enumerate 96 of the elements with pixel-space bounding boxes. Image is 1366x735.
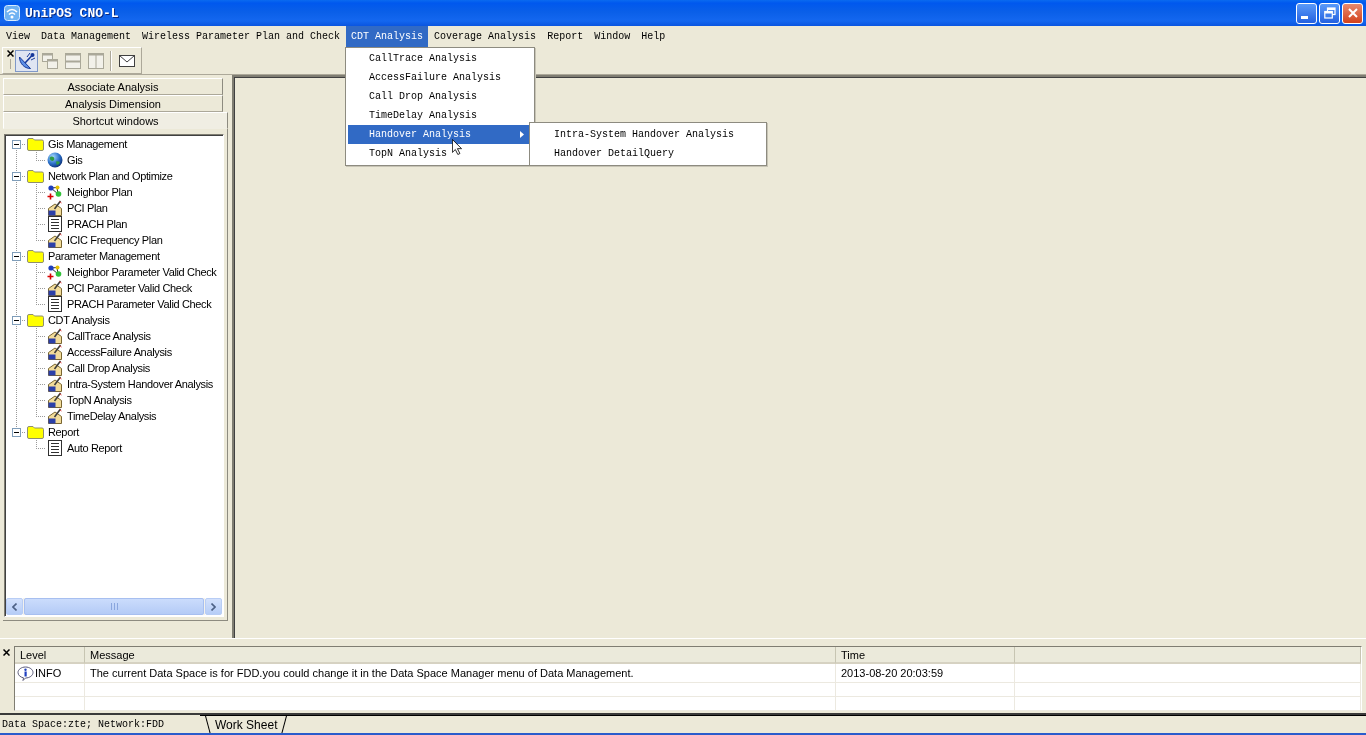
scroll-left-button[interactable] <box>6 598 23 615</box>
tree-item[interactable]: Intra-System Handover Analysis <box>66 377 214 391</box>
tree-item[interactable]: CallTrace Analysis <box>66 329 152 343</box>
cascade-windows-icon <box>40 51 59 70</box>
table-cell: 2013-08-20 20:03:59 <box>836 664 1015 683</box>
menu-item[interactable]: TopN Analysis <box>348 144 531 163</box>
list-document-icon <box>48 296 62 312</box>
info-icon <box>17 665 34 681</box>
folder-icon <box>27 249 44 263</box>
close-button[interactable] <box>1342 2 1363 24</box>
status-text: Data Space:zte; Network:FDD <box>1 717 166 732</box>
tree-item[interactable]: Network Plan and Optimize <box>47 169 174 183</box>
submenu-arrow-icon <box>520 131 525 138</box>
tile-horizontal-icon <box>63 51 82 70</box>
tree-item[interactable]: PRACH Plan <box>66 217 129 231</box>
pencil-document-icon <box>47 232 63 248</box>
close-icon[interactable] <box>3 649 10 656</box>
menu-item[interactable]: Wireless Parameter Plan and Check <box>137 26 346 47</box>
network-nodes-icon <box>47 264 63 280</box>
envelope-icon <box>117 53 136 68</box>
network-nodes-icon <box>47 184 63 200</box>
menu-item[interactable]: AccessFailure Analysis <box>348 68 531 87</box>
pencil-document-icon <box>47 376 63 392</box>
toolbar-button[interactable] <box>15 49 38 72</box>
collapse-icon[interactable] <box>11 315 21 325</box>
tree-item[interactable]: Neighbor Plan <box>66 185 134 199</box>
tree-item[interactable]: Report <box>47 425 80 439</box>
menu-item[interactable]: Coverage Analysis <box>429 26 542 47</box>
globe-icon <box>47 152 63 168</box>
menu-item[interactable]: Handover Analysis <box>348 125 531 144</box>
restore-icon <box>1323 7 1336 19</box>
scrollbar-thumb[interactable] <box>24 598 204 615</box>
tree-item[interactable]: PRACH Parameter Valid Check <box>66 297 213 311</box>
collapse-icon[interactable] <box>11 427 21 437</box>
menu-item[interactable]: Window <box>589 26 636 47</box>
tree-item[interactable]: Neighbor Parameter Valid Check <box>66 265 218 279</box>
wifi-icon <box>4 5 20 21</box>
tree-item[interactable]: PCI Parameter Valid Check <box>66 281 193 295</box>
menu-item[interactable]: Data Management <box>36 26 137 47</box>
pencil-document-icon <box>47 328 63 344</box>
empty-cell <box>15 697 85 711</box>
tree-item[interactable]: Call Drop Analysis <box>66 361 151 375</box>
menu-item[interactable]: Handover DetailQuery <box>532 144 765 163</box>
tree-item[interactable]: AccessFailure Analysis <box>66 345 173 359</box>
tree-item[interactable]: PCI Plan <box>66 201 109 215</box>
section-tab[interactable]: Associate Analysis <box>3 78 223 95</box>
table-cell: The current Data Space is for FDD.you could change it in the Data Space Manager menu of Data Management. <box>85 664 836 683</box>
tree-item[interactable]: Parameter Management <box>47 249 161 263</box>
tree-item[interactable]: Auto Report <box>66 441 123 455</box>
menu-item[interactable]: CDT Analysis <box>346 26 429 47</box>
folder-icon <box>27 169 44 183</box>
menu-item[interactable]: TimeDelay Analysis <box>348 106 531 125</box>
minimize-icon <box>1301 15 1308 19</box>
window-title: UniPOS CNO-L <box>25 5 119 21</box>
column-header[interactable]: Time <box>836 647 1015 664</box>
pencil-document-icon <box>47 280 63 296</box>
column-header[interactable]: Level <box>15 647 85 664</box>
mouse-pointer-icon <box>452 139 462 155</box>
section-tab[interactable]: Shortcut windows <box>3 112 228 129</box>
menu-item[interactable]: CallTrace Analysis <box>348 49 531 68</box>
pencil-document-icon <box>47 408 63 424</box>
tree-item[interactable]: TimeDelay Analysis <box>66 409 158 423</box>
tree-item[interactable]: Gis Management <box>47 137 128 151</box>
tree-item[interactable]: ICIC Frequency Plan <box>66 233 164 247</box>
tile-vertical-icon <box>86 51 105 70</box>
menu-item[interactable]: Call Drop Analysis <box>348 87 531 106</box>
section-tab[interactable]: Analysis Dimension <box>3 95 223 112</box>
folder-icon <box>27 313 44 327</box>
close-icon <box>1347 8 1358 18</box>
pencil-document-icon <box>47 392 63 408</box>
grip-icon <box>110 603 118 610</box>
scroll-right-button[interactable] <box>205 598 222 615</box>
close-icon[interactable] <box>6 49 14 57</box>
list-document-icon <box>48 440 62 456</box>
collapse-icon[interactable] <box>11 251 21 261</box>
list-document-icon <box>48 216 62 232</box>
tree-item[interactable]: CDT Analysis <box>47 313 111 327</box>
menu-item[interactable]: View <box>1 26 35 47</box>
pencil-document-icon <box>47 344 63 360</box>
satellite-dish-icon <box>17 51 36 70</box>
table-cell: INFO <box>35 667 62 679</box>
minimize-button[interactable] <box>1296 2 1317 24</box>
menu-item[interactable]: Report <box>542 26 589 47</box>
restore-button[interactable] <box>1319 2 1340 24</box>
menu-item[interactable]: Help <box>636 26 671 47</box>
folder-icon <box>27 137 44 151</box>
folder-icon <box>27 425 44 439</box>
pencil-document-icon <box>47 200 63 216</box>
menu-item[interactable]: Intra-System Handover Analysis <box>532 125 765 144</box>
collapse-icon[interactable] <box>11 139 21 149</box>
pencil-document-icon <box>47 360 63 376</box>
sheet-tab[interactable]: Work Sheet <box>204 716 289 733</box>
tree-item[interactable]: TopN Analysis <box>66 393 133 407</box>
collapse-icon[interactable] <box>11 171 21 181</box>
tree-item[interactable]: Gis <box>66 153 84 167</box>
column-header[interactable]: Message <box>85 647 836 664</box>
